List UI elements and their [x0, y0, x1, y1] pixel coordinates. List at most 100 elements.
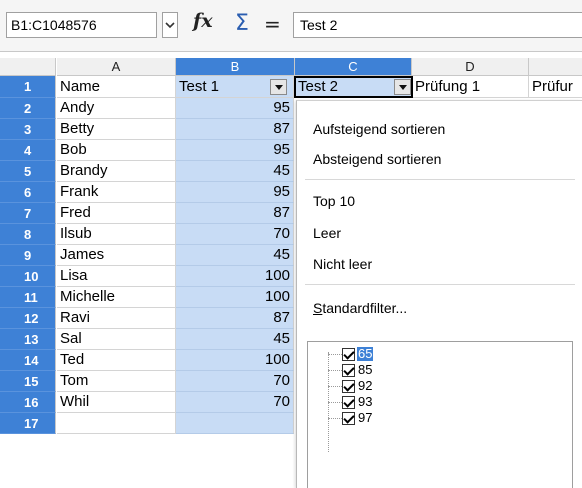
- cell-name[interactable]: Betty: [57, 119, 176, 140]
- cell-test1[interactable]: 70: [176, 224, 294, 245]
- row-header[interactable]: 4: [0, 140, 56, 161]
- autofilter-dropdown: Aufsteigend sortieren Absteigend sortier…: [296, 100, 582, 488]
- cell-test1[interactable]: 70: [176, 392, 294, 413]
- column-header-e[interactable]: [529, 58, 582, 76]
- formula-input[interactable]: Test 2: [293, 12, 582, 38]
- name-box-dropdown-button[interactable]: [162, 12, 178, 38]
- filter-value-label: 97: [358, 410, 373, 425]
- row-header[interactable]: 14: [0, 350, 56, 371]
- cell-name[interactable]: [57, 413, 176, 434]
- column-header-b[interactable]: B: [176, 58, 295, 76]
- standard-filter-item[interactable]: Standardfilter...: [313, 300, 407, 316]
- cell-a1[interactable]: Name: [57, 76, 176, 98]
- cell-name[interactable]: Whil: [57, 392, 176, 413]
- row-header[interactable]: 9: [0, 245, 56, 266]
- select-all-corner[interactable]: [0, 58, 56, 76]
- row-header[interactable]: 8: [0, 224, 56, 245]
- formula-equals-icon[interactable]: =: [264, 12, 286, 38]
- cell-name[interactable]: Michelle: [57, 287, 176, 308]
- cell-test1[interactable]: 45: [176, 329, 294, 350]
- cell-name[interactable]: Lisa: [57, 266, 176, 287]
- tree-branch: [328, 401, 342, 403]
- filter-value-checkbox[interactable]: [342, 363, 355, 377]
- row-header[interactable]: 6: [0, 182, 56, 203]
- menu-separator: [305, 179, 575, 180]
- cell-test1[interactable]: [176, 413, 294, 434]
- cell-test1[interactable]: 87: [176, 119, 294, 140]
- row-header[interactable]: 1: [0, 76, 56, 98]
- tree-branch: [328, 369, 342, 371]
- cell-test1[interactable]: 45: [176, 245, 294, 266]
- filter-value-label: 93: [358, 394, 373, 409]
- filter-value-checkbox[interactable]: [342, 395, 355, 409]
- row-header[interactable]: 11: [0, 287, 56, 308]
- cell-test1[interactable]: 87: [176, 203, 294, 224]
- empty-item[interactable]: Leer: [313, 225, 341, 241]
- filter-value-item[interactable]: 65: [328, 346, 374, 362]
- column-header-d[interactable]: D: [412, 58, 529, 76]
- row-header[interactable]: 17: [0, 413, 56, 434]
- cell-name[interactable]: Ravi: [57, 308, 176, 329]
- autofilter-button-b[interactable]: [270, 79, 287, 95]
- cell-name[interactable]: Ted: [57, 350, 176, 371]
- cell-test1[interactable]: 100: [176, 287, 294, 308]
- filter-value-label: 85: [358, 362, 373, 377]
- cell-test1[interactable]: 70: [176, 371, 294, 392]
- cell-e1[interactable]: Prüfur: [529, 76, 582, 98]
- function-wizard-icon[interactable]: fx: [193, 10, 223, 40]
- cell-name[interactable]: Tom: [57, 371, 176, 392]
- cell-test1[interactable]: 95: [176, 182, 294, 203]
- cell-name[interactable]: Bob: [57, 140, 176, 161]
- standard-filter-mnemonic: S: [313, 300, 323, 316]
- filter-value-item[interactable]: 93: [328, 394, 373, 410]
- sort-ascending-item[interactable]: Aufsteigend sortieren: [313, 121, 445, 137]
- cell-test1[interactable]: 100: [176, 266, 294, 287]
- row-header[interactable]: 3: [0, 119, 56, 140]
- cell-name[interactable]: Fred: [57, 203, 176, 224]
- row-header[interactable]: 16: [0, 392, 56, 413]
- cell-test1[interactable]: 100: [176, 350, 294, 371]
- chevron-down-icon: [165, 22, 175, 29]
- cell-name[interactable]: Ilsub: [57, 224, 176, 245]
- filter-value-list[interactable]: 65 85 92 93 97: [307, 341, 573, 488]
- cell-d1[interactable]: Prüfung 1: [412, 76, 529, 98]
- name-box[interactable]: B1:C1048576: [6, 12, 157, 38]
- filter-value-checkbox[interactable]: [342, 347, 355, 361]
- row-header[interactable]: 12: [0, 308, 56, 329]
- cell-test1[interactable]: 45: [176, 161, 294, 182]
- row-header[interactable]: 15: [0, 371, 56, 392]
- cell-b1-text: Test 1: [179, 78, 220, 95]
- sum-icon[interactable]: Σ: [235, 11, 257, 37]
- row-header[interactable]: 10: [0, 266, 56, 287]
- cell-c1-text: Test 2: [298, 78, 339, 95]
- cell-test1[interactable]: 87: [176, 308, 294, 329]
- filter-value-label: 65: [357, 346, 374, 361]
- filter-value-checkbox[interactable]: [342, 379, 355, 393]
- filter-value-item[interactable]: 92: [328, 378, 373, 394]
- row-header[interactable]: 5: [0, 161, 56, 182]
- cell-test1[interactable]: 95: [176, 98, 294, 119]
- autofilter-button-c[interactable]: [394, 79, 411, 95]
- row-header[interactable]: 2: [0, 98, 56, 119]
- row-header[interactable]: 7: [0, 203, 56, 224]
- column-header-c[interactable]: C: [295, 58, 412, 76]
- formula-bar: B1:C1048576 fx Σ = Test 2: [0, 0, 582, 52]
- cell-name[interactable]: Brandy: [57, 161, 176, 182]
- cell-name[interactable]: James: [57, 245, 176, 266]
- menu-separator: [305, 284, 575, 285]
- column-header-a[interactable]: A: [57, 58, 176, 76]
- sort-descending-item[interactable]: Absteigend sortieren: [313, 151, 441, 167]
- filter-value-label: 92: [358, 378, 373, 393]
- tree-branch: [328, 385, 342, 387]
- cell-name[interactable]: Andy: [57, 98, 176, 119]
- filter-value-item[interactable]: 97: [328, 410, 373, 426]
- cell-name[interactable]: Sal: [57, 329, 176, 350]
- cell-test1[interactable]: 95: [176, 140, 294, 161]
- filter-value-item[interactable]: 85: [328, 362, 373, 378]
- row-header[interactable]: 13: [0, 329, 56, 350]
- not-empty-item[interactable]: Nicht leer: [313, 256, 372, 272]
- cell-name[interactable]: Frank: [57, 182, 176, 203]
- tree-branch: [328, 353, 342, 355]
- filter-value-checkbox[interactable]: [342, 411, 355, 425]
- top10-item[interactable]: Top 10: [313, 193, 355, 209]
